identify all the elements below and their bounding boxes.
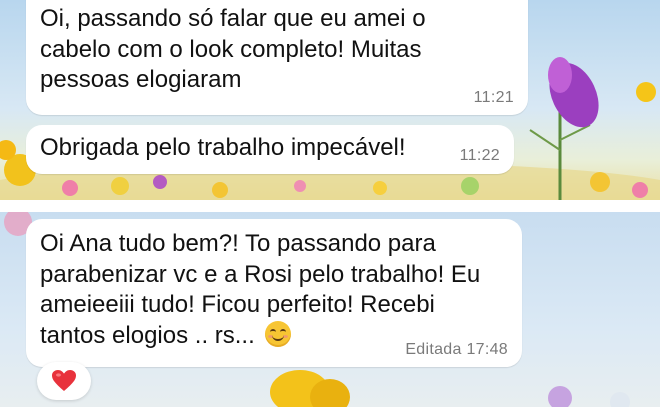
message-text: Oi, passando só falar que eu amei o cabe…: [40, 5, 426, 93]
message-bubble-incoming[interactable]: Oi Ana tudo bem?! To passando para parab…: [26, 219, 522, 367]
message-timestamp: 17:48: [466, 341, 508, 358]
edited-label: Editada: [405, 341, 462, 358]
message-timestamp: 11:22: [459, 147, 500, 164]
smiling-face-emoji-icon: [265, 320, 292, 347]
red-heart-icon: [52, 370, 76, 391]
message-bubble-incoming[interactable]: Oi, passando só falar que eu amei o cabe…: [26, 0, 528, 115]
date-separator-gap: [0, 200, 660, 212]
message-meta: Editada 17:48: [405, 341, 508, 359]
message-text: Oi Ana tudo bem?! To passando para parab…: [40, 229, 508, 351]
reaction-badge[interactable]: [37, 362, 91, 400]
message-bubble-incoming[interactable]: Obrigada pelo trabalho impecável! 11:22: [26, 125, 514, 174]
message-text: Obrigada pelo trabalho impecável!: [40, 134, 406, 161]
message-timestamp: 11:21: [473, 89, 514, 106]
message-text-body: Oi Ana tudo bem?! To passando para parab…: [40, 230, 481, 349]
